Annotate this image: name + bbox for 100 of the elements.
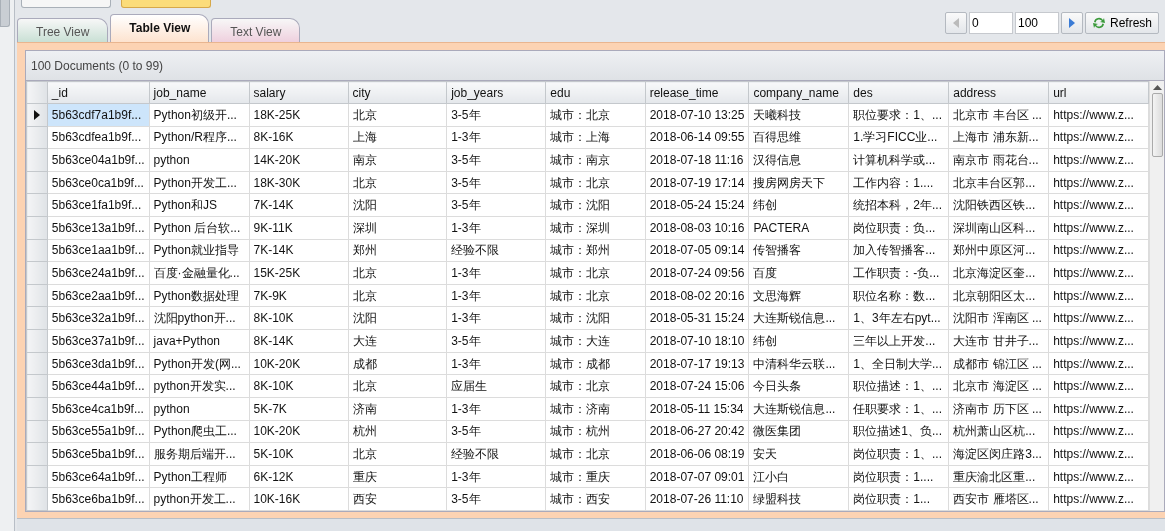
scroll-up-icon[interactable] xyxy=(1152,85,1162,91)
table-cell: 中清科华云联... xyxy=(748,352,849,375)
table-cell: 城市：南京 xyxy=(545,148,646,172)
table-cell: 5b63ce4ca1b9f... xyxy=(47,397,150,421)
table-cell: 北京丰台区郭... xyxy=(948,171,1049,194)
table-cell: 三年以上开发... xyxy=(848,329,949,353)
column-header[interactable]: address xyxy=(948,81,1049,104)
table-cell: 2018-07-19 17:14 xyxy=(645,171,749,194)
count-field[interactable]: 100 xyxy=(1014,12,1059,34)
table-cell: 沈阳铁西区铁... xyxy=(948,193,1049,217)
column-header[interactable]: city xyxy=(348,81,447,104)
table-cell: 城市：大连 xyxy=(545,329,646,353)
table-cell: 城市：济南 xyxy=(545,397,646,421)
table-cell: 5b63ce0ca1b9f... xyxy=(47,171,150,194)
column-header[interactable]: release_time xyxy=(645,81,749,104)
column-header[interactable]: _id xyxy=(47,81,150,104)
table-cell: 1.学习FICC业... xyxy=(848,126,949,149)
toolbar-button[interactable] xyxy=(21,0,111,8)
column-header[interactable]: edu xyxy=(545,81,646,104)
table-cell: 沈阳 xyxy=(348,307,447,330)
table-cell: 搜房网房天下 xyxy=(748,171,849,194)
table-cell: Python/R程序... xyxy=(149,126,249,149)
table-cell: 城市：沈阳 xyxy=(545,193,646,217)
table-cell: 汉得信息 xyxy=(748,148,849,172)
table-cell: 大连市 甘井子... xyxy=(948,329,1049,353)
table-cell: 深圳 xyxy=(348,216,447,240)
table-cell: 1、3年左右pyt... xyxy=(848,307,949,330)
column-header[interactable]: salary xyxy=(249,81,349,104)
table-cell: 2018-07-05 09:14 xyxy=(645,239,749,262)
table-cell: 5b63ce55a1b9f... xyxy=(47,420,150,443)
table-cell: https://www.z... xyxy=(1048,261,1149,285)
refresh-button[interactable]: Refresh xyxy=(1084,12,1159,34)
table-cell: 8K-16K xyxy=(249,126,349,149)
table-cell: 1-3年 xyxy=(446,397,546,421)
table-cell: 成都 xyxy=(348,352,447,375)
table-cell: Python和JS xyxy=(149,193,249,217)
table-cell: https://www.z... xyxy=(1048,307,1149,330)
table-cell: 北京 xyxy=(348,374,447,398)
table-cell: 北京 xyxy=(348,284,447,307)
column-header[interactable]: job_years xyxy=(446,81,546,104)
table-cell: 郑州 xyxy=(348,239,447,262)
table-cell: 纬创 xyxy=(748,193,849,217)
table-cell: 5b63ce32a1b9f... xyxy=(47,307,150,330)
table-cell: 10K-16K xyxy=(249,487,349,511)
table-cell: https://www.z... xyxy=(1048,216,1149,240)
scroll-thumb[interactable] xyxy=(1151,93,1163,157)
toolbar-button[interactable] xyxy=(121,0,211,8)
table-cell: 职位描述：1、... xyxy=(848,374,949,398)
table-cell: https://www.z... xyxy=(1048,239,1149,262)
table-cell: 济南市 历下区 ... xyxy=(948,397,1049,421)
table-cell: 城市：郑州 xyxy=(545,239,646,262)
table-cell: 7K-14K xyxy=(249,193,349,217)
table-cell: 2018-05-31 15:24 xyxy=(645,307,749,330)
view-tab[interactable]: Tree View xyxy=(17,18,109,42)
table-cell: 安天 xyxy=(748,442,849,466)
table-cell: 北京海淀区奎... xyxy=(948,261,1049,285)
table-cell: 杭州 xyxy=(348,420,447,443)
table-cell: 南京 xyxy=(348,148,447,172)
table-cell: Python工程师 xyxy=(149,465,249,488)
table-cell: 2018-07-18 11:16 xyxy=(645,148,749,172)
table-cell: 3-5年 xyxy=(446,329,546,353)
table-cell: 2018-06-06 08:19 xyxy=(645,442,749,466)
column-header[interactable]: job_name xyxy=(149,81,249,104)
column-header[interactable]: company_name xyxy=(748,81,849,104)
table-cell: 城市：沈阳 xyxy=(545,307,646,330)
table-cell: 服务期后端开... xyxy=(149,442,249,466)
table-cell: 10K-20K xyxy=(249,352,349,375)
view-tab[interactable]: Table View xyxy=(110,14,210,42)
table-cell: 计算机科学或... xyxy=(848,148,949,172)
row-header[interactable] xyxy=(26,103,48,127)
table-cell: 城市：成都 xyxy=(545,352,646,375)
table-cell: 城市：北京 xyxy=(545,171,646,194)
table-cell: https://www.z... xyxy=(1048,126,1149,149)
table-cell: 2018-06-14 09:55 xyxy=(645,126,749,149)
table-cell: 5b63ce37a1b9f... xyxy=(47,329,150,353)
table-cell: 北京市 海淀区 ... xyxy=(948,374,1049,398)
table-cell: 8K-10K xyxy=(249,307,349,330)
table-cell: https://www.z... xyxy=(1048,171,1149,194)
table-cell: 5b63ce64a1b9f... xyxy=(47,465,150,488)
table-cell: 城市：北京 xyxy=(545,374,646,398)
table-cell: 百度·金融量化... xyxy=(149,261,249,285)
table-cell: 沈阳 xyxy=(348,193,447,217)
table-cell: python xyxy=(149,148,249,172)
table-cell: 1-3年 xyxy=(446,307,546,330)
table-cell: 百度 xyxy=(748,261,849,285)
table-cell: 9K-11K xyxy=(249,216,349,240)
panel-handle[interactable] xyxy=(0,0,10,27)
column-header[interactable]: url xyxy=(1048,81,1149,104)
left-triangle-icon xyxy=(951,17,960,29)
column-header[interactable]: des xyxy=(848,81,949,104)
table-cell: 沈阳市 浑南区 ... xyxy=(948,307,1049,330)
table-cell: 北京 xyxy=(348,171,447,194)
table-cell: python开发实... xyxy=(149,374,249,398)
table-cell: 5b63ce1aa1b9f... xyxy=(47,239,150,262)
view-tab[interactable]: Text View xyxy=(211,18,301,42)
start-field[interactable]: 0 xyxy=(968,12,1013,34)
previous-page-button[interactable] xyxy=(944,12,967,34)
next-page-button[interactable] xyxy=(1060,12,1083,34)
table-cell: 岗位职责：1... xyxy=(848,487,949,511)
table-cell: python开发工... xyxy=(149,487,249,511)
